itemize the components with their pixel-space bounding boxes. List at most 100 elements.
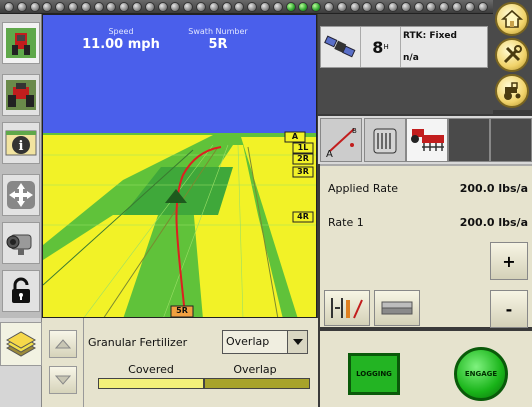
covered-swatch	[98, 378, 204, 389]
satellite-count-value: 8	[372, 37, 384, 57]
guidance-screen: i Speed 11.00 mph Swath Number 5R A 1L 2…	[0, 0, 532, 407]
speed-label: Speed	[108, 27, 134, 36]
lightbar-led	[349, 2, 360, 12]
lightbar-led	[260, 2, 270, 12]
lightbar-led	[439, 2, 450, 12]
lightbar-led	[413, 2, 424, 12]
tools-icon	[503, 45, 522, 64]
rate-decrease-button[interactable]: -	[490, 290, 528, 328]
lightbar-led	[221, 2, 232, 12]
gps-status[interactable]: 8 H RTK: Fixed n/a	[320, 26, 488, 68]
applied-rate-row: Applied Rate 200.0 lbs/a	[328, 182, 528, 195]
lightbar-led	[16, 2, 27, 12]
lightbar-led	[336, 2, 347, 12]
tractor-icon	[504, 82, 521, 100]
camera-button[interactable]	[2, 222, 40, 264]
satellite-count: 8 H	[361, 27, 401, 67]
mode-tabs: A B	[318, 116, 532, 164]
lightbar-led	[42, 2, 53, 12]
info-button[interactable]: i	[2, 122, 40, 164]
controller-icon	[373, 128, 397, 154]
lightbar-led	[93, 2, 104, 12]
lightbar-led	[144, 2, 155, 12]
lightbar-led	[477, 2, 488, 12]
rtk-sub: n/a	[403, 53, 419, 63]
info-icon: i	[5, 130, 37, 156]
covered-label: Covered	[128, 363, 174, 376]
rate1-value: 200.0 lbs/a	[459, 216, 528, 229]
lane-tag: 4R	[297, 212, 309, 221]
lightbar-led	[196, 2, 206, 12]
tab-controller[interactable]	[364, 118, 406, 162]
lightbar-led	[272, 2, 283, 12]
coverage-mode-select[interactable]: Overlap	[222, 330, 308, 354]
rate-increase-button[interactable]: +	[490, 242, 528, 280]
applied-rate-value: 200.0 lbs/a	[459, 182, 528, 195]
guidance-3d-view[interactable]: Speed 11.00 mph Swath Number 5R A 1L 2R 3R 4…	[42, 14, 317, 318]
overlap-swatch	[204, 378, 310, 389]
lock-icon	[12, 277, 30, 303]
tractor-top-icon	[6, 28, 36, 58]
layers-icon	[5, 331, 37, 357]
lane-tag: 1L	[297, 143, 309, 152]
lightbar-led-on	[311, 2, 322, 12]
engage-panel: LOGGING ENGAGE	[320, 331, 532, 407]
lane-tag: 2R	[297, 154, 309, 163]
coverage-panel: Granular Fertilizer Overlap Covered Over…	[84, 318, 318, 407]
coverage-layer-button[interactable]	[0, 322, 42, 366]
rate1-row[interactable]: Rate 1 200.0 lbs/a	[328, 216, 528, 229]
home-button[interactable]	[495, 2, 529, 36]
field-scene	[43, 15, 316, 317]
lane-tag: 3R	[297, 167, 309, 176]
lightbar-led	[362, 2, 373, 12]
boom-control-button[interactable]	[374, 290, 420, 326]
lock-button[interactable]	[2, 270, 40, 312]
lane-tag: A	[291, 132, 299, 141]
home-button-column	[493, 0, 532, 110]
coverage-mode-value: Overlap	[226, 335, 270, 348]
lightbar-led	[183, 2, 194, 12]
lightbar-led	[4, 2, 14, 12]
settings-button[interactable]	[495, 38, 529, 72]
logging-button[interactable]: LOGGING	[348, 353, 400, 395]
lane-tag: 5R	[176, 306, 188, 315]
pan-button[interactable]	[2, 174, 40, 216]
scroll-down-button[interactable]	[49, 366, 77, 394]
lightbar-led	[400, 2, 411, 12]
swath-readout: Swath Number 5R	[168, 27, 268, 52]
ab-a-label: A	[326, 149, 333, 159]
left-toolbar: i	[0, 14, 42, 318]
satellite-icon	[323, 35, 355, 58]
rate1-label: Rate 1	[328, 216, 364, 229]
lightbar-led	[388, 2, 398, 12]
ab-b-label: B	[352, 127, 357, 135]
scroll-up-button[interactable]	[49, 330, 77, 358]
tractor-rear-icon	[6, 80, 36, 110]
coverage-layer-area	[0, 318, 42, 407]
swath-label: Swath Number	[188, 27, 248, 36]
lightbar-led	[375, 2, 386, 12]
engage-button[interactable]: ENGAGE	[454, 347, 508, 401]
lightbar-led	[452, 2, 462, 12]
chevron-down-icon	[54, 375, 72, 385]
guidance-view-button[interactable]	[2, 22, 40, 64]
section-control-button[interactable]	[324, 290, 370, 326]
gps-icon-cell	[321, 27, 361, 67]
satellite-count-sup: H	[383, 43, 389, 51]
rate-panel: Applied Rate 200.0 lbs/a Rate 1 200.0 lb…	[320, 164, 532, 328]
rtk-status: RTK: Fixed	[403, 31, 457, 41]
lightbar-led	[106, 2, 117, 12]
lightbar-led	[170, 2, 181, 12]
dropdown-button[interactable]	[287, 331, 307, 353]
boom-icon	[381, 301, 413, 315]
implement-icon	[411, 129, 444, 151]
camera-icon	[6, 234, 32, 255]
lightbar-led	[119, 2, 130, 12]
product-name: Granular Fertilizer	[88, 336, 188, 349]
run-screens-button[interactable]	[495, 74, 529, 108]
tab-empty-2	[490, 118, 532, 162]
lightbar-led	[132, 2, 142, 12]
rear-view-button[interactable]	[2, 74, 40, 116]
tab-implement[interactable]	[406, 118, 448, 162]
tab-ab-line[interactable]: A B	[320, 118, 362, 162]
